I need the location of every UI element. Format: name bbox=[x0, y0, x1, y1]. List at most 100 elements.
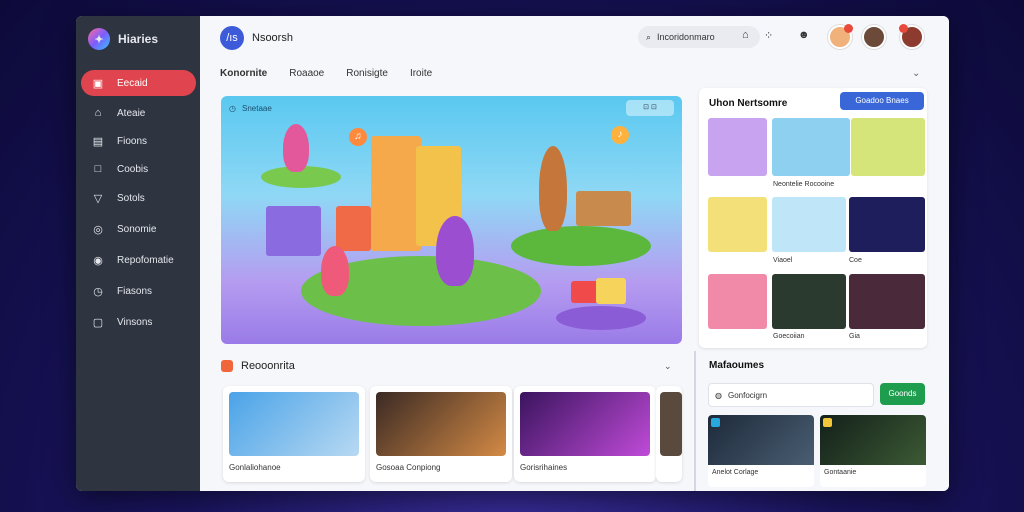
hero-label: ◷ Snetaae bbox=[229, 104, 272, 113]
lock-icon[interactable]: ⌂ bbox=[742, 29, 749, 41]
avatar[interactable] bbox=[828, 24, 853, 49]
sidebar-item-label: Fioons bbox=[117, 135, 148, 147]
chat-icon: ▢ bbox=[92, 316, 104, 329]
sidebar-item-label: Ateaie bbox=[117, 107, 146, 119]
tag-icon bbox=[823, 418, 832, 427]
sidebar-item-6[interactable]: ◉ Repofomatie bbox=[81, 247, 196, 273]
child-illustration bbox=[436, 216, 474, 286]
dots-grid-icon[interactable]: ⁘ bbox=[764, 29, 773, 42]
child-illustration bbox=[283, 124, 309, 172]
sidebar: ✦ Hiaries ▣ Eecaid ⌂ Ateaie ▤ Fioons □ C… bbox=[76, 16, 200, 491]
notification-badge bbox=[899, 24, 908, 33]
tile-caption: Goecoiian bbox=[773, 333, 805, 340]
sidebar-item-8[interactable]: ▢ Vinsons bbox=[81, 309, 196, 335]
music-note-icon: ♪ bbox=[611, 126, 629, 144]
sidebar-item-label: Sonomie bbox=[117, 223, 157, 235]
sidebar-item-0[interactable]: ▣ Eecaid bbox=[81, 70, 196, 96]
app-window: ✦ Hiaries ▣ Eecaid ⌂ Ateaie ▤ Fioons □ C… bbox=[76, 16, 949, 491]
video-tile[interactable] bbox=[772, 274, 846, 329]
recommendation-card[interactable] bbox=[656, 386, 682, 482]
child-illustration bbox=[539, 146, 567, 231]
sidebar-item-2[interactable]: ▤ Fioons bbox=[81, 128, 196, 154]
recommendation-card[interactable]: Gonlaliohanoe bbox=[223, 386, 365, 482]
bell-icon[interactable]: ☻ bbox=[798, 29, 810, 41]
video-tile[interactable] bbox=[708, 118, 767, 176]
page-title: Nsoorsh bbox=[252, 32, 293, 44]
sidebar-item-1[interactable]: ⌂ Ateaie bbox=[81, 100, 196, 126]
brand[interactable]: ✦ Hiaries bbox=[76, 24, 200, 70]
tile-caption: Coe bbox=[849, 257, 862, 264]
hero-banner[interactable]: ◷ Snetaae ⊡ ⊡ ♫ ♪ bbox=[221, 96, 682, 344]
notification-badge bbox=[844, 24, 853, 33]
chevron-down-icon[interactable]: ⌄ bbox=[664, 361, 672, 372]
tab-3[interactable]: Iroite bbox=[410, 68, 432, 79]
panel-title: Uhon Nertsomre bbox=[709, 98, 788, 109]
sidebar-item-5[interactable]: ◎ Sonomie bbox=[81, 216, 196, 242]
panel-divider bbox=[694, 351, 696, 491]
video-thumbnail bbox=[376, 392, 506, 456]
home-icon: ⌂ bbox=[94, 107, 102, 119]
media-card[interactable]: Gontaanie bbox=[820, 415, 926, 487]
sparkle-logo-icon: ✦ bbox=[88, 28, 110, 50]
go-button[interactable]: Goonds bbox=[880, 383, 925, 405]
sidebar-item-label: Sotols bbox=[117, 192, 145, 204]
video-tile[interactable] bbox=[849, 274, 925, 329]
sidebar-item-4[interactable]: ▽ Sotols bbox=[81, 185, 196, 211]
filter-field[interactable]: ◍ Gonfocigrn bbox=[708, 383, 874, 407]
filter-input[interactable]: Gonfocigrn bbox=[728, 391, 767, 400]
video-thumbnail bbox=[229, 392, 359, 456]
recommendation-card[interactable]: Gorisrihaines bbox=[514, 386, 656, 482]
folder-icon: ▣ bbox=[92, 77, 104, 90]
video-tile[interactable] bbox=[851, 118, 925, 176]
chevron-down-icon[interactable]: ⌄ bbox=[912, 68, 920, 79]
card-caption: Gorisrihaines bbox=[520, 463, 568, 472]
tag-icon bbox=[711, 418, 720, 427]
recommendations-header: Reooonrita bbox=[221, 360, 295, 372]
video-tile[interactable] bbox=[772, 118, 850, 176]
clock-icon: ◷ bbox=[93, 285, 103, 298]
right-panel: Uhon Nertsomre Goadoo Bnaes Neontelie Ro… bbox=[699, 88, 927, 348]
video-tile[interactable] bbox=[772, 197, 846, 252]
sidebar-item-label: Coobis bbox=[117, 163, 149, 175]
tile-caption: Neontelie Rocooine bbox=[773, 181, 835, 188]
child-illustration bbox=[321, 246, 349, 296]
card-caption: Gosoaa Conpiong bbox=[376, 463, 441, 472]
gift-box-illustration bbox=[596, 278, 626, 304]
avatar[interactable] bbox=[862, 25, 886, 49]
video-thumbnail bbox=[820, 415, 926, 465]
sidebar-item-label: Repofomatie bbox=[117, 254, 174, 266]
island-illustration bbox=[556, 306, 646, 330]
video-thumbnail bbox=[520, 392, 650, 456]
tab-2[interactable]: Ronisigte bbox=[346, 68, 388, 79]
box-illustration bbox=[576, 191, 631, 226]
tile-caption: Gia bbox=[849, 333, 860, 340]
sidebar-item-7[interactable]: ◷ Fiasons bbox=[81, 278, 196, 304]
video-thumbnail bbox=[660, 392, 682, 456]
sidebar-item-3[interactable]: □ Coobis bbox=[81, 156, 196, 182]
video-tile[interactable] bbox=[849, 197, 925, 252]
panel-action-button[interactable]: Goadoo Bnaes bbox=[840, 92, 924, 110]
square-icon: □ bbox=[94, 163, 102, 175]
island-illustration bbox=[511, 226, 651, 266]
user-circle-icon: ◉ bbox=[93, 254, 103, 267]
video-tile[interactable] bbox=[708, 197, 767, 252]
recommendation-card[interactable]: Gosoaa Conpiong bbox=[370, 386, 512, 482]
hero-controls[interactable]: ⊡ ⊡ bbox=[626, 100, 674, 116]
card-caption: Anelot Corlage bbox=[712, 469, 759, 476]
avatar[interactable] bbox=[899, 24, 924, 49]
book-icon: ▤ bbox=[92, 135, 104, 148]
app-icon[interactable]: /ıs bbox=[220, 26, 244, 50]
tab-1[interactable]: Roaaoe bbox=[289, 68, 324, 79]
tab-0[interactable]: Konornite bbox=[220, 68, 267, 79]
section-title: Mafaoumes bbox=[709, 360, 765, 371]
search-input[interactable]: Incoridonmaro bbox=[657, 32, 715, 42]
media-card[interactable]: Anelot Corlage bbox=[708, 415, 814, 487]
tile-caption: Viaoel bbox=[773, 257, 793, 264]
house-illustration bbox=[336, 206, 371, 251]
brand-name: Hiaries bbox=[118, 32, 159, 46]
video-thumbnail bbox=[708, 415, 814, 465]
video-tile[interactable] bbox=[708, 274, 767, 329]
sidebar-item-label: Vinsons bbox=[117, 316, 153, 328]
card-caption: Gontaanie bbox=[824, 469, 857, 476]
card-caption: Gonlaliohanoe bbox=[229, 463, 281, 472]
